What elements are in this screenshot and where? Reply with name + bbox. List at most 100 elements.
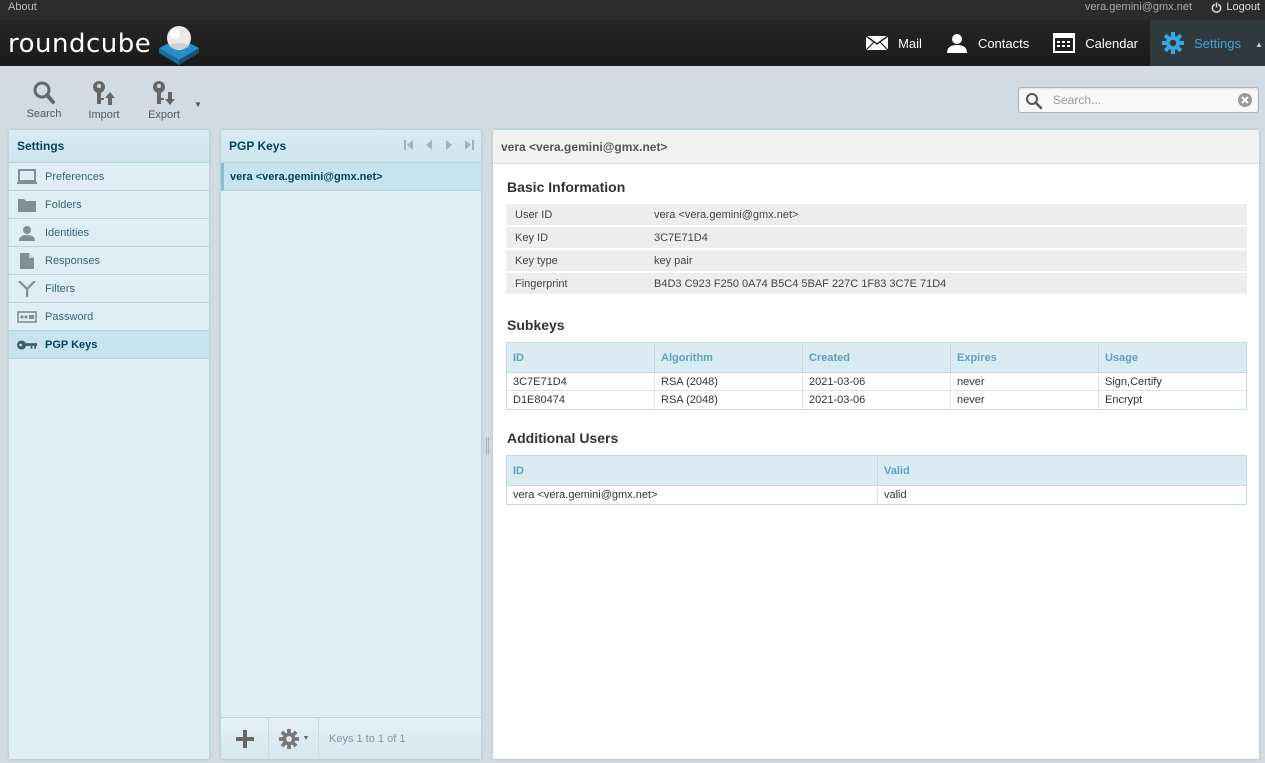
sidebar-item-preferences[interactable]: Preferences (9, 163, 209, 191)
roundcube-logo[interactable]: roundcube (8, 22, 203, 66)
info-key: Key type (515, 254, 558, 267)
table-cell: never (951, 391, 1099, 409)
table-cell: RSA (2048) (655, 373, 803, 390)
sidebar-item-password[interactable]: Password (9, 303, 209, 331)
sidebar-item-folders[interactable]: Folders (9, 191, 209, 219)
key-options-button[interactable]: ▼ (269, 717, 319, 760)
column-header: Expires (951, 343, 1099, 372)
task-mail[interactable]: Mail (854, 20, 934, 66)
next-page-icon[interactable] (443, 140, 455, 150)
task-contacts[interactable]: Contacts (934, 20, 1041, 66)
logo-wordmark: roundcube (8, 29, 152, 59)
table-cell: 2021-03-06 (803, 391, 951, 409)
power-icon (1211, 1, 1222, 13)
folder-icon (17, 196, 37, 214)
column-header: Algorithm (655, 343, 803, 372)
info-row: Fingerprint B4D3 C923 F250 0A74 B5C4 5BA… (506, 273, 1247, 294)
column-header: Created (803, 343, 951, 372)
info-row: Key type key pair (506, 250, 1247, 271)
panel-splitter[interactable] (484, 437, 490, 457)
table-cell: Sign,Certify (1105, 375, 1162, 388)
mail-icon (864, 31, 890, 55)
search-icon (33, 80, 55, 105)
keys-count: Keys 1 to 1 of 1 (329, 732, 406, 745)
about-link[interactable]: About (8, 1, 37, 13)
column-header: ID (507, 343, 655, 372)
keys-panel-header: PGP Keys (221, 130, 481, 163)
app-header: roundcube Mail Contacts Calendar Setting… (0, 20, 1265, 66)
task-contacts-label: Contacts (977, 35, 1030, 51)
detail-title: vera <vera.gemini@gmx.net> (493, 130, 1259, 164)
table-header-row: ID Valid (507, 456, 1246, 486)
task-calendar[interactable]: Calendar (1041, 20, 1150, 66)
table-cell: valid (884, 489, 907, 501)
task-mail-label: Mail (898, 35, 922, 51)
info-key: User ID (515, 208, 553, 221)
keys-footer: ▼ Keys 1 to 1 of 1 (221, 717, 481, 760)
info-row: Key ID 3C7E71D4 (506, 227, 1247, 248)
plus-icon (235, 729, 254, 748)
password-icon (17, 308, 37, 326)
sidebar-item-label: Identities (45, 226, 90, 239)
contacts-icon (944, 31, 970, 55)
table-cell: vera <vera.gemini@gmx.net> (507, 486, 878, 504)
info-row: User ID vera <vera.gemini@gmx.net> (506, 204, 1247, 225)
table-header-row: ID Algorithm Created Expires Usage (507, 343, 1246, 373)
sidebar-item-label: PGP Keys (45, 338, 98, 351)
table-row: vera <vera.gemini@gmx.net> valid (507, 486, 1246, 504)
last-page-icon[interactable] (463, 140, 475, 150)
subkeys-table: ID Algorithm Created Expires Usage 3C7E7… (506, 342, 1247, 410)
add-key-button[interactable] (221, 717, 269, 760)
key-list-item[interactable]: vera <vera.gemini@gmx.net> (221, 163, 481, 191)
column-header: Valid (884, 464, 910, 477)
task-calendar-label: Calendar (1085, 35, 1139, 51)
import-button[interactable]: Import (74, 80, 134, 121)
search-input[interactable] (1053, 91, 1233, 109)
settings-title: Settings (9, 130, 209, 163)
keys-list-panel: PGP Keys vera <vera.gemini@gmx.net> ▼ Ke… (220, 129, 482, 760)
table-cell: Encrypt (1105, 394, 1143, 406)
search-icon (1025, 92, 1043, 113)
search-box (1018, 87, 1259, 113)
monitor-icon (17, 168, 37, 186)
pager (403, 140, 475, 150)
collapse-taskbar-button[interactable]: ▲ (1253, 20, 1265, 66)
sidebar-item-pgp-keys[interactable]: PGP Keys (9, 331, 209, 359)
info-key: Fingerprint (515, 277, 568, 290)
settings-sidebar: Settings Preferences Folders Identities … (8, 129, 210, 760)
info-key: Key ID (515, 231, 549, 244)
sidebar-item-filters[interactable]: Filters (9, 275, 209, 303)
previous-page-icon[interactable] (423, 140, 435, 150)
task-settings[interactable]: Settings (1150, 20, 1253, 66)
sidebar-item-identities[interactable]: Identities (9, 219, 209, 247)
logout-label: Logout (1226, 1, 1260, 13)
additional-users-table: ID Valid vera <vera.gemini@gmx.net> vali… (506, 455, 1247, 505)
sidebar-item-label: Responses (45, 254, 101, 267)
table-row: D1E80474 RSA (2048) 2021-03-06 never Enc… (507, 391, 1246, 409)
sidebar-item-label: Password (45, 310, 94, 323)
table-cell: D1E80474 (507, 391, 655, 409)
toolbar: Search Import Export ▼ (14, 80, 206, 121)
gear-icon (1160, 31, 1186, 55)
table-cell: never (951, 373, 1099, 390)
keys-panel-title: PGP Keys (229, 139, 287, 153)
task-bar: Mail Contacts Calendar Settings ▲ (854, 20, 1265, 66)
first-page-icon[interactable] (403, 140, 415, 150)
search-button[interactable]: Search (14, 80, 74, 120)
column-header: Usage (1105, 351, 1139, 364)
export-button[interactable]: Export (134, 80, 194, 121)
person-icon (17, 224, 37, 242)
info-value: 3C7E71D4 (654, 231, 708, 244)
document-icon (17, 252, 37, 270)
table-cell: 2021-03-06 (803, 373, 951, 390)
filter-icon (17, 280, 37, 298)
export-dropdown-arrow[interactable]: ▼ (194, 80, 206, 120)
export-button-label: Export (148, 109, 180, 121)
table-cell: 3C7E71D4 (507, 373, 655, 390)
logout-button[interactable]: Logout (1211, 1, 1260, 13)
clear-search-icon[interactable] (1237, 92, 1253, 111)
user-email: vera.gemini@gmx.net (1084, 1, 1192, 13)
logo-ball-icon (159, 26, 200, 65)
sidebar-item-responses[interactable]: Responses (9, 247, 209, 275)
table-row: 3C7E71D4 RSA (2048) 2021-03-06 never Sig… (507, 373, 1246, 391)
